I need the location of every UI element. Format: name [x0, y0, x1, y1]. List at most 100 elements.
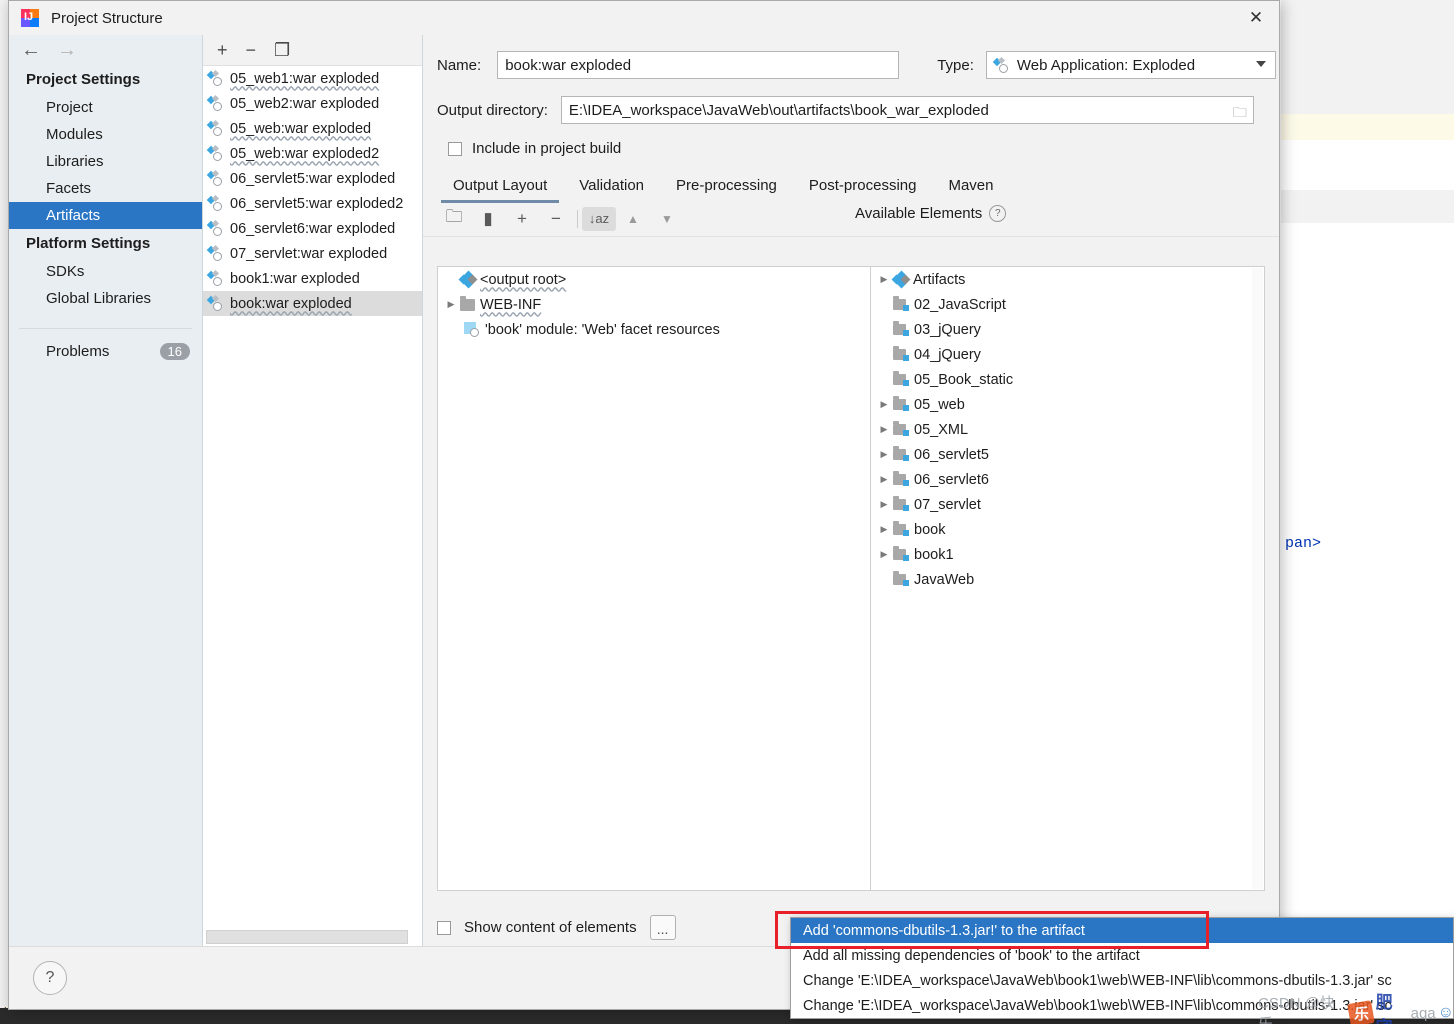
available-elements-header: Available Elements ? [855, 205, 1007, 222]
chevron-right-icon[interactable]: ▶ [442, 299, 460, 310]
tree-label: 06_servlet5 [914, 446, 989, 463]
list-item[interactable]: 06_servlet6:war exploded [203, 216, 422, 241]
list-item[interactable]: 06_servlet5:war exploded2 [203, 191, 422, 216]
type-select[interactable]: Web Application: Exploded [985, 51, 1276, 79]
show-content-checkbox[interactable] [437, 920, 451, 935]
list-item[interactable]: book1:war exploded [203, 266, 422, 291]
tree-row[interactable]: ▶ 06_servlet5 [871, 442, 1264, 467]
chevron-right-icon[interactable]: ▶ [875, 474, 893, 485]
tree-row[interactable]: 03_jQuery [871, 317, 1264, 342]
back-arrow-icon[interactable]: ← [21, 40, 41, 60]
sidebar-nav: ← → [9, 35, 202, 65]
help-button[interactable]: ? [33, 961, 67, 995]
chevron-right-icon[interactable]: ▶ [875, 549, 893, 560]
watermark-part3: aqa [1410, 1004, 1436, 1022]
tree-row[interactable]: ▶ Artifacts [871, 267, 1264, 292]
watermark: CSDN @快乐 乐 肥宅 aqa ☺ [1258, 988, 1454, 1024]
move-down-button[interactable]: ▼ [650, 212, 684, 226]
include-in-build-checkbox[interactable] [448, 141, 462, 156]
project-structure-dialog: IJ Project Structure ✕ ← → Project Setti… [8, 0, 1280, 1010]
list-item[interactable]: 05_web:war exploded2 [203, 141, 422, 166]
available-elements-scrollbar[interactable] [1252, 268, 1263, 889]
chevron-right-icon[interactable]: ▶ [875, 524, 893, 535]
sidebar-item-artifacts[interactable]: Artifacts [9, 202, 202, 229]
copy-artifact-button[interactable]: ❐ [274, 41, 290, 59]
web-application-artifact-icon [206, 144, 224, 161]
tab-output-layout[interactable]: Output Layout [437, 171, 563, 203]
chevron-right-icon[interactable]: ▶ [875, 424, 893, 435]
tree-row[interactable]: ▶ 05_XML [871, 417, 1264, 442]
output-root-tree[interactable]: <output root> ▶ WEB-INF 'book' module: '… [437, 266, 871, 891]
move-up-button[interactable]: ▲ [616, 212, 650, 226]
tree-row[interactable]: <output root> [438, 267, 870, 292]
available-elements-tree[interactable]: ▶ Artifacts 02_JavaScript 03_jQuery 04_j… [871, 266, 1265, 891]
list-item[interactable]: book:war exploded [203, 291, 422, 316]
list-item[interactable]: 07_servlet:war exploded [203, 241, 422, 266]
sidebar-item-problems[interactable]: Problems 16 [9, 329, 202, 360]
chevron-right-icon[interactable]: ▶ [875, 499, 893, 510]
list-item[interactable]: 06_servlet5:war exploded [203, 166, 422, 191]
sidebar-item-libraries[interactable]: Libraries [9, 148, 202, 175]
module-folder-icon [893, 546, 909, 561]
add-copy-of-button[interactable]: + [505, 209, 539, 229]
browse-folder-icon[interactable]: 🗀 [1233, 102, 1247, 126]
web-application-artifact-icon [206, 294, 224, 311]
tree-row[interactable]: ▶ book1 [871, 542, 1264, 567]
list-item[interactable]: 05_web1:war exploded [203, 66, 422, 91]
include-in-build-row[interactable]: Include in project build [423, 124, 1279, 157]
forward-arrow-icon[interactable]: → [57, 40, 77, 60]
tree-row[interactable]: ▶ 07_servlet [871, 492, 1264, 517]
more-options-button[interactable]: ... [649, 915, 676, 940]
artifact-list-horizontal-scrollbar[interactable] [206, 930, 408, 944]
tree-label: 07_servlet [914, 496, 981, 513]
tree-row[interactable]: 02_JavaScript [871, 292, 1264, 317]
help-circle-icon[interactable]: ? [989, 205, 1007, 222]
output-directory-value: E:\IDEA_workspace\JavaWeb\out\artifacts\… [568, 101, 989, 119]
tree-label: JavaWeb [914, 571, 975, 588]
tree-row[interactable]: 05_Book_static [871, 367, 1264, 392]
tab-pre-processing[interactable]: Pre-processing [660, 171, 793, 203]
sort-alphabetically-button[interactable]: ↓az [582, 206, 616, 231]
list-item[interactable]: 05_web:war exploded [203, 116, 422, 141]
tab-maven[interactable]: Maven [932, 171, 1009, 203]
show-content-label: Show content of elements [464, 919, 637, 936]
name-input[interactable]: book:war exploded [497, 51, 900, 79]
add-artifact-button[interactable]: + [217, 41, 228, 59]
tree-row[interactable]: ▶ 05_web [871, 392, 1264, 417]
tree-row[interactable]: JavaWeb [871, 567, 1264, 592]
create-directory-button[interactable]: 🗀 [437, 204, 471, 233]
web-application-artifact-icon [206, 244, 224, 261]
tree-row[interactable]: ▶ 06_servlet6 [871, 467, 1264, 492]
tree-label: book [914, 521, 946, 538]
tree-label: 06_servlet6 [914, 471, 989, 488]
sidebar-item-global-libraries[interactable]: Global Libraries [9, 285, 202, 312]
watermark-logo-icon: 乐 [1347, 999, 1376, 1024]
chevron-right-icon[interactable]: ▶ [875, 274, 893, 285]
tree-row[interactable]: ▶ WEB-INF [438, 292, 870, 317]
sidebar-item-facets[interactable]: Facets [9, 175, 202, 202]
remove-element-button[interactable]: − [539, 209, 573, 229]
toolbar-separator [577, 209, 578, 228]
close-icon[interactable]: ✕ [1233, 1, 1279, 35]
list-item[interactable]: 05_web2:war exploded [203, 91, 422, 116]
chevron-down-icon [1255, 61, 1266, 67]
bg-row-2 [1281, 60, 1454, 89]
chevron-right-icon[interactable]: ▶ [875, 399, 893, 410]
sidebar-item-project[interactable]: Project [9, 94, 202, 121]
tree-row[interactable]: 'book' module: 'Web' facet resources [438, 317, 870, 342]
tree-row[interactable]: 04_jQuery [871, 342, 1264, 367]
output-directory-input[interactable]: E:\IDEA_workspace\JavaWeb\out\artifacts\… [560, 96, 1254, 126]
bg-toolbar-strip [1281, 0, 1454, 33]
detail-tabs: Output Layout Validation Pre-processing … [423, 157, 1279, 203]
tree-row[interactable]: ▶ book [871, 517, 1264, 542]
chevron-right-icon[interactable]: ▶ [875, 449, 893, 460]
tab-validation[interactable]: Validation [563, 171, 660, 203]
artifact-label: 06_servlet5:war exploded2 [230, 195, 404, 212]
sidebar-item-sdks[interactable]: SDKs [9, 258, 202, 285]
remove-artifact-button[interactable]: − [246, 41, 257, 59]
artifact-list-items: 05_web1:war exploded 05_web2:war explode… [203, 66, 422, 927]
create-archive-button[interactable]: ▮ [471, 209, 505, 229]
sidebar-item-modules[interactable]: Modules [9, 121, 202, 148]
bg-row-4 [1281, 190, 1454, 223]
tab-post-processing[interactable]: Post-processing [793, 171, 933, 203]
